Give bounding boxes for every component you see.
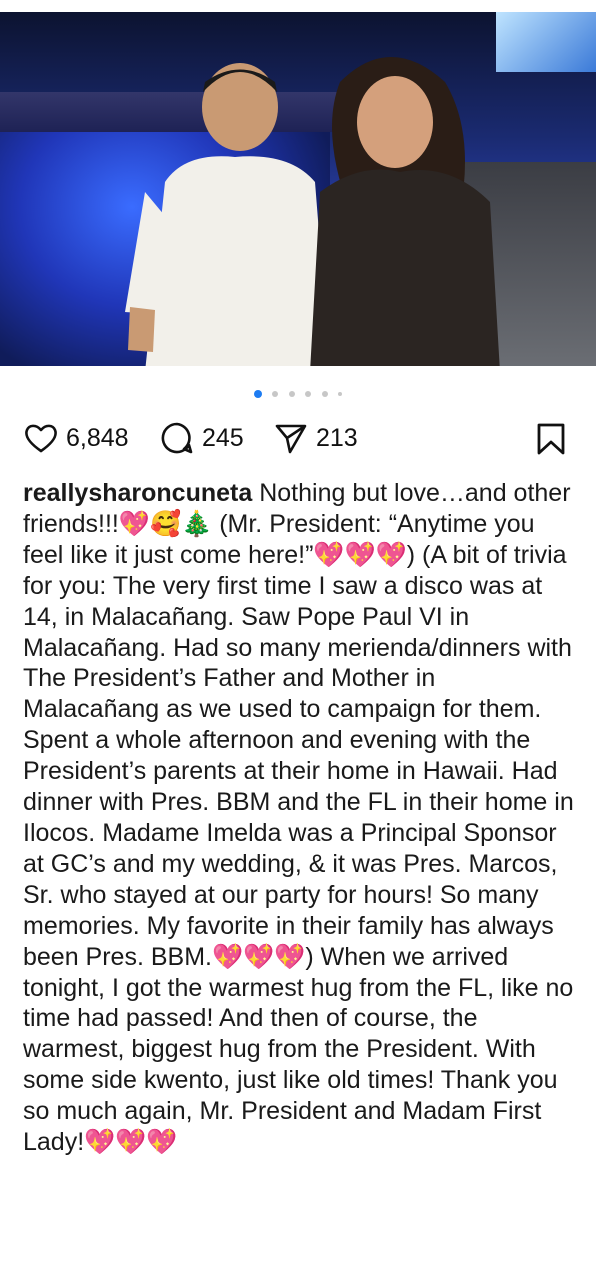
comment-icon xyxy=(161,422,193,454)
comment-button[interactable]: 245 xyxy=(160,418,244,458)
share-count: 213 xyxy=(316,423,358,452)
heart-icon xyxy=(25,424,57,453)
share-button[interactable]: 213 xyxy=(274,418,358,458)
image-woman xyxy=(310,57,500,366)
post-image[interactable] xyxy=(0,12,596,366)
carousel-indicator xyxy=(0,385,596,398)
like-button[interactable]: 6,848 xyxy=(24,418,129,458)
carousel-dot xyxy=(288,390,295,397)
carousel-dot xyxy=(305,390,312,397)
post-actions: 6,848 245 213 xyxy=(24,418,572,458)
carousel-dot-active xyxy=(253,389,262,398)
username-link[interactable]: reallysharoncuneta xyxy=(23,479,252,507)
post-caption: reallysharoncuneta Nothing but love…and … xyxy=(23,478,578,1158)
bookmark-button[interactable] xyxy=(536,422,566,461)
carousel-dot xyxy=(272,390,279,397)
image-screen xyxy=(496,12,596,72)
share-icon xyxy=(275,424,307,454)
carousel-dot xyxy=(338,391,343,396)
carousel-dot xyxy=(321,390,328,397)
like-count: 6,848 xyxy=(66,423,129,452)
caption-text: Nothing but love…and other friends!!!💖🥰🎄… xyxy=(23,479,574,1157)
comment-count: 245 xyxy=(202,423,244,452)
bookmark-icon xyxy=(537,423,565,455)
